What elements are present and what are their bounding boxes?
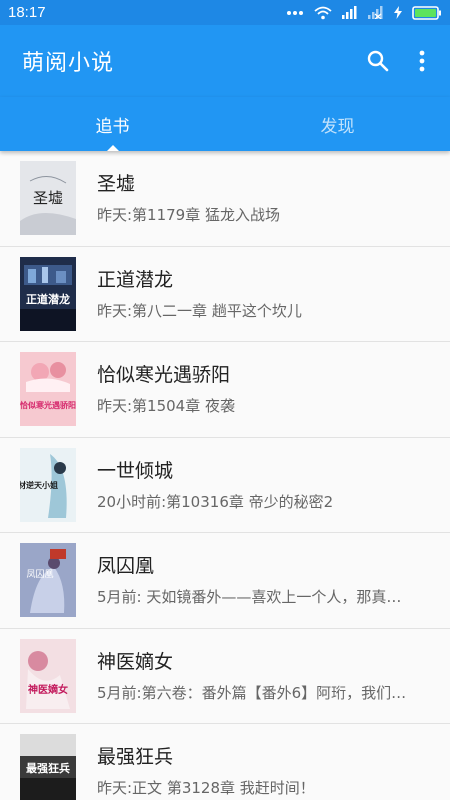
book-latest-chapter: 昨天:第1504章 夜袭: [97, 397, 235, 416]
cover-text: 最强狂兵: [26, 761, 70, 775]
book-title: 最强狂兵: [97, 746, 174, 769]
tab-bar: 追书 发现: [0, 97, 450, 151]
charging-icon: [394, 6, 402, 19]
book-item[interactable]: 凤囚凰 凤囚凰 5月前: 天如镜番外——喜欢上一个人，那真正的爱情又是如何: [0, 533, 450, 629]
tab-label: 追书: [95, 116, 130, 137]
book-title: 一世倾城: [97, 459, 174, 482]
status-bar: 18:17: [0, 0, 450, 25]
book-latest-chapter: 20小时前:第10316章 帝少的秘密2: [97, 492, 334, 511]
cover-text: 圣墟: [33, 189, 63, 207]
book-title: 正道潜龙: [97, 268, 174, 291]
book-cover: 最强狂兵: [20, 734, 76, 800]
book-info: 圣墟 昨天:第1179章 猛龙入战场: [97, 171, 450, 225]
toolbar: 萌阅小说: [0, 25, 450, 97]
status-time: 18:17: [8, 4, 46, 21]
search-button[interactable]: [354, 37, 402, 85]
book-cover: 圣墟: [20, 161, 76, 236]
book-item[interactable]: 神医嫡女 神医嫡女 5月前:第六卷：番外篇【番外6】阿珩，我们回家: [0, 628, 450, 724]
cover-text: 神医嫡女: [28, 683, 68, 696]
book-cover: 恰似寒光遇骄阳: [20, 352, 76, 427]
book-info: 神医嫡女 5月前:第六卷：番外篇【番外6】阿珩，我们回家: [97, 649, 450, 703]
tab-bookshelf[interactable]: 追书: [0, 97, 225, 151]
book-latest-chapter: 昨天:正文 第3128章 我赶时间！: [97, 779, 315, 798]
toolbar-actions: [354, 37, 450, 85]
book-title: 恰似寒光遇骄阳: [97, 364, 231, 387]
search-icon: [367, 50, 389, 72]
book-info: 最强狂兵 昨天:正文 第3128章 我赶时间！: [97, 744, 450, 798]
battery-icon: [412, 5, 441, 20]
more-vertical-icon: [419, 50, 425, 72]
cover-text: 凤囚凰: [26, 569, 53, 580]
book-latest-chapter: 5月前: 天如镜番外——喜欢上一个人，那真正的爱情又是如何: [97, 588, 410, 607]
book-info: 凤囚凰 5月前: 天如镜番外——喜欢上一个人，那真正的爱情又是如何: [97, 553, 450, 607]
more-dots-icon: [287, 10, 303, 15]
book-item[interactable]: 最强狂兵 最强狂兵 昨天:正文 第3128章 我赶时间！: [0, 724, 450, 800]
book-item[interactable]: 废材逆天小姐 一世倾城 20小时前:第10316章 帝少的秘密2: [0, 437, 450, 533]
book-latest-chapter: 昨天:第八二一章 趟平这个坎儿: [97, 301, 302, 320]
tab-label: 发现: [320, 116, 355, 137]
book-title: 圣墟: [97, 173, 136, 196]
book-cover: 凤囚凰: [20, 543, 76, 618]
book-cover: 神医嫡女: [20, 638, 76, 713]
cover-text: 正道潜龙: [26, 292, 70, 306]
status-icons: [286, 5, 442, 20]
app-root: 18:17 萌阅小说 追书 发现 圣墟 圣墟 昨天:第1179章 猛龙入战场 正…: [0, 0, 450, 800]
signal-icon: [342, 6, 357, 19]
book-item[interactable]: 圣墟 圣墟 昨天:第1179章 猛龙入战场: [0, 151, 450, 247]
book-info: 恰似寒光遇骄阳 昨天:第1504章 夜袭: [97, 362, 450, 416]
book-title: 神医嫡女: [97, 650, 174, 673]
book-info: 正道潜龙 昨天:第八二一章 趟平这个坎儿: [97, 267, 450, 321]
cover-text: 废材逆天小姐: [20, 480, 58, 490]
book-cover: 废材逆天小姐: [20, 447, 76, 522]
book-latest-chapter: 昨天:第1179章 猛龙入战场: [97, 206, 280, 225]
book-item[interactable]: 恰似寒光遇骄阳 恰似寒光遇骄阳 昨天:第1504章 夜袭: [0, 342, 450, 438]
book-item[interactable]: 正道潜龙 正道潜龙 昨天:第八二一章 趟平这个坎儿: [0, 246, 450, 342]
book-cover: 正道潜龙: [20, 256, 76, 331]
book-info: 一世倾城 20小时前:第10316章 帝少的秘密2: [97, 458, 450, 512]
cover-text: 恰似寒光遇骄阳: [20, 400, 76, 410]
wifi-icon: [314, 6, 332, 19]
signal-off-icon: [368, 6, 383, 19]
app-title: 萌阅小说: [22, 51, 115, 76]
book-list[interactable]: 圣墟 圣墟 昨天:第1179章 猛龙入战场 正道潜龙 正道潜龙 昨天:第八二一章…: [0, 151, 450, 800]
more-options-button[interactable]: [402, 37, 442, 85]
book-latest-chapter: 5月前:第六卷：番外篇【番外6】阿珩，我们回家: [97, 683, 410, 702]
book-title: 凤囚凰: [97, 555, 155, 578]
tab-discover[interactable]: 发现: [225, 97, 450, 151]
tab-active-indicator: [106, 145, 119, 151]
